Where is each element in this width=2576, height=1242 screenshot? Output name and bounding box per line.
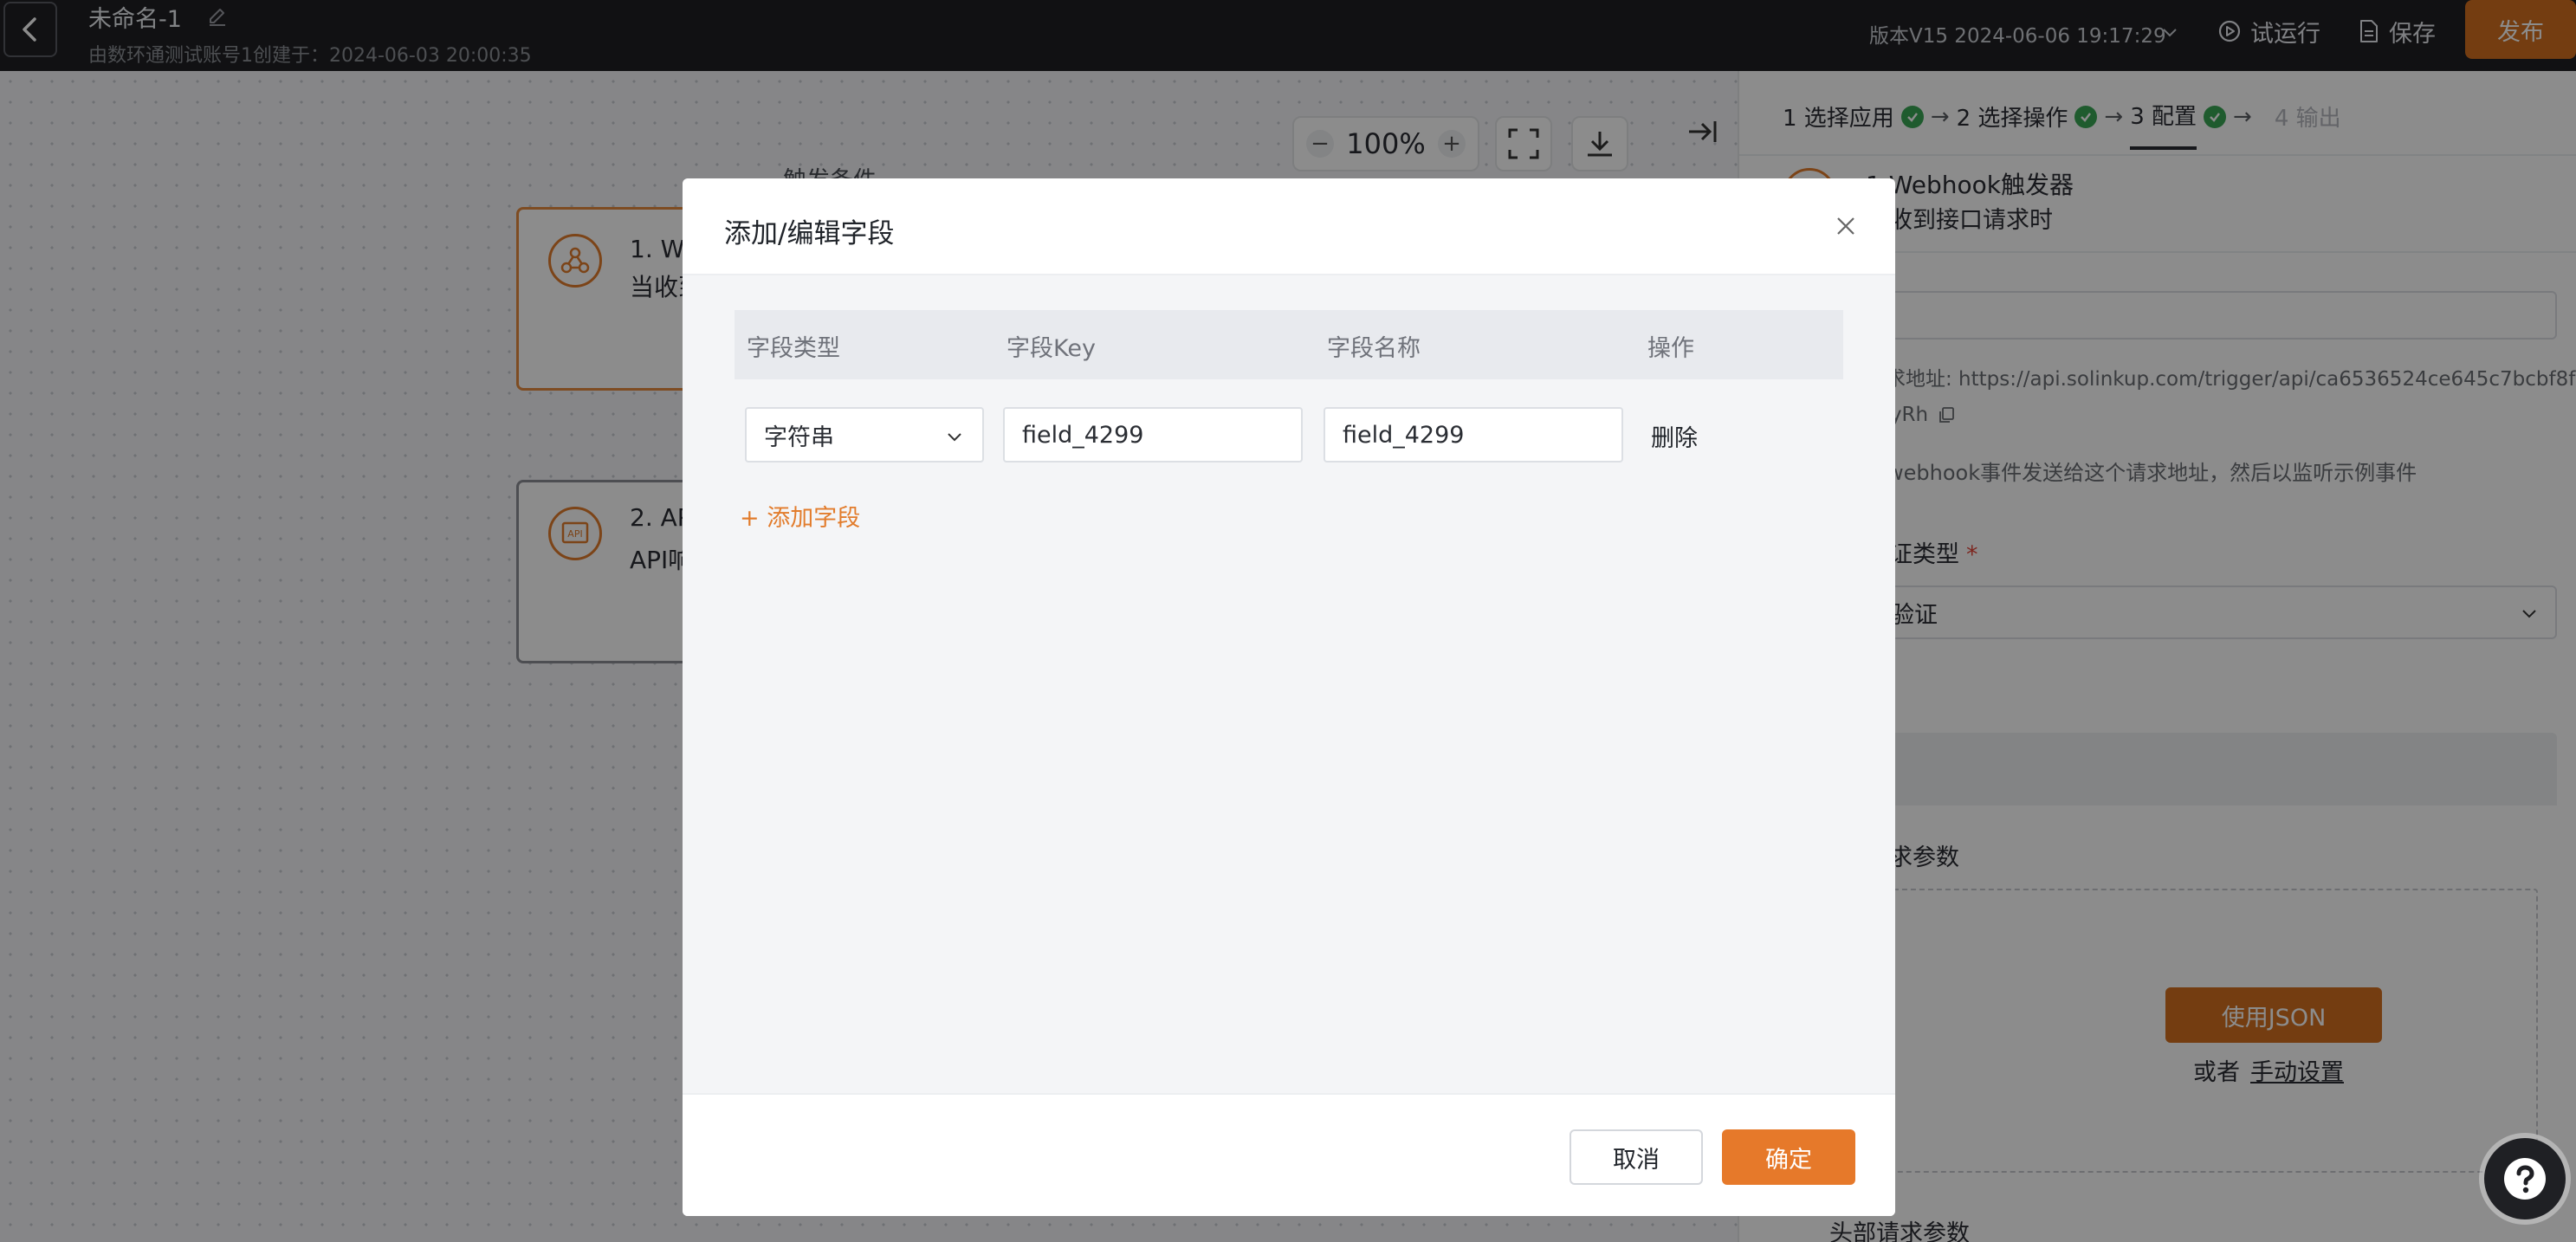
confirm-button[interactable]: 确定 bbox=[1722, 1129, 1855, 1185]
cancel-button[interactable]: 取消 bbox=[1570, 1129, 1703, 1185]
modal-body: 字段类型 字段Key 字段名称 操作 字符串 field_4299 field_… bbox=[683, 275, 1895, 1093]
close-icon[interactable] bbox=[1833, 213, 1859, 239]
modal-footer: 取消 确定 bbox=[683, 1093, 1895, 1216]
field-name-input[interactable]: field_4299 bbox=[1324, 407, 1623, 463]
modal-header: 添加/编辑字段 bbox=[683, 178, 1895, 275]
field-type-select[interactable]: 字符串 bbox=[745, 407, 984, 463]
question-icon bbox=[2504, 1158, 2546, 1200]
modal-title: 添加/编辑字段 bbox=[724, 218, 895, 249]
add-field-link[interactable]: + 添加字段 bbox=[740, 499, 860, 533]
field-type-value: 字符串 bbox=[764, 424, 834, 451]
column-header-name: 字段名称 bbox=[1327, 335, 1421, 362]
fields-table-header: 字段类型 字段Key 字段名称 操作 bbox=[735, 310, 1843, 379]
delete-field-link[interactable]: 删除 bbox=[1651, 419, 1698, 453]
field-key-input[interactable]: field_4299 bbox=[1003, 407, 1303, 463]
help-button[interactable] bbox=[2484, 1138, 2566, 1219]
column-header-action: 操作 bbox=[1647, 335, 1694, 362]
edit-fields-modal: 添加/编辑字段 字段类型 字段Key 字段名称 操作 字符串 field_429… bbox=[683, 178, 1895, 1216]
chevron-down-icon bbox=[948, 433, 961, 442]
column-header-type: 字段类型 bbox=[747, 335, 840, 362]
column-header-key: 字段Key bbox=[1006, 335, 1096, 362]
